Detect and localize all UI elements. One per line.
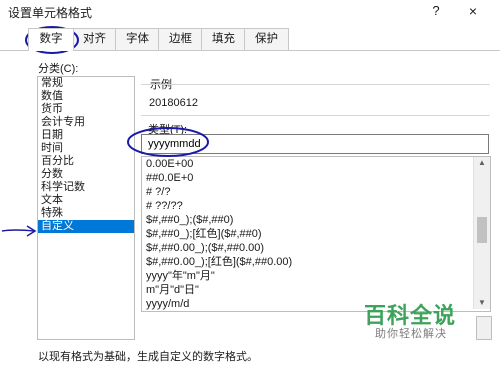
- tab-border[interactable]: 边框: [158, 28, 203, 50]
- category-item-general[interactable]: 常规: [38, 77, 134, 90]
- dialog-title: 设置单元格格式: [8, 6, 93, 20]
- category-item-accounting[interactable]: 会计专用: [38, 116, 134, 129]
- tab-number[interactable]: 数字: [28, 28, 74, 51]
- category-item-percentage[interactable]: 百分比: [38, 155, 134, 168]
- category-item-special[interactable]: 特殊: [38, 207, 134, 220]
- format-item[interactable]: $#,##0_);($#,##0): [142, 213, 490, 227]
- arrow-shaft: [1, 229, 35, 232]
- format-item[interactable]: $#,##0.00_);[红色]($#,##0.00): [142, 255, 490, 269]
- format-item[interactable]: ##0.0E+0: [142, 171, 490, 185]
- sample-value: 20180612: [149, 97, 198, 109]
- format-item[interactable]: # ??/??: [142, 199, 490, 213]
- help-button[interactable]: ?: [428, 2, 444, 20]
- hint-text: 以现有格式为基础，生成自定义的数字格式。: [38, 351, 258, 363]
- close-button[interactable]: ×: [464, 2, 482, 20]
- format-list[interactable]: 0.00E+00 ##0.0E+0 # ?/? # ??/?? $#,##0_)…: [141, 156, 491, 312]
- watermark-subtitle: 助你轻松解决: [375, 328, 447, 340]
- tab-fill[interactable]: 填充: [201, 28, 246, 50]
- category-item-date[interactable]: 日期: [38, 129, 134, 142]
- tab-font[interactable]: 字体: [115, 28, 160, 50]
- category-item-currency[interactable]: 货币: [38, 103, 134, 116]
- title-bar: 设置单元格格式 ? ×: [0, 0, 500, 22]
- category-list[interactable]: 常规 数值 货币 会计专用 日期 时间 百分比 分数 科学记数 文本 特殊 自定…: [37, 76, 135, 340]
- format-item[interactable]: yyyy"年"m"月": [142, 269, 490, 283]
- tab-divider: [0, 50, 500, 51]
- type-input[interactable]: [141, 134, 489, 154]
- category-item-scientific[interactable]: 科学记数: [38, 181, 134, 194]
- format-item[interactable]: m"月"d"日": [142, 283, 490, 297]
- tab-protection[interactable]: 保护: [244, 28, 289, 50]
- tab-alignment[interactable]: 对齐: [72, 28, 117, 50]
- format-list-scrollbar[interactable]: ▲ ▼: [473, 157, 490, 309]
- category-label: 分类(C):: [38, 63, 79, 75]
- category-item-time[interactable]: 时间: [38, 142, 134, 155]
- category-item-text[interactable]: 文本: [38, 194, 134, 207]
- category-item-custom[interactable]: 自定义: [38, 220, 134, 233]
- arrow-head-icon: [26, 225, 37, 237]
- format-item[interactable]: $#,##0.00_);($#,##0.00): [142, 241, 490, 255]
- scroll-up-icon[interactable]: ▲: [474, 157, 490, 169]
- category-item-fraction[interactable]: 分数: [38, 168, 134, 181]
- scroll-thumb[interactable]: [477, 217, 487, 243]
- delete-button[interactable]: [476, 316, 492, 340]
- scroll-down-icon[interactable]: ▼: [474, 297, 490, 309]
- category-item-number[interactable]: 数值: [38, 90, 134, 103]
- format-item[interactable]: 0.00E+00: [142, 157, 490, 171]
- format-item[interactable]: # ?/?: [142, 185, 490, 199]
- format-item[interactable]: $#,##0_);[红色]($#,##0): [142, 227, 490, 241]
